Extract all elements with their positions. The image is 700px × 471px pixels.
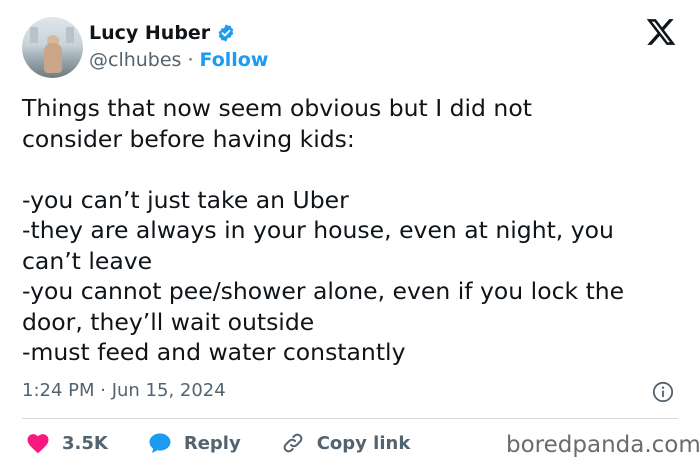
heart-icon — [27, 434, 49, 454]
avatar-person-body — [44, 43, 62, 73]
author-display-name[interactable]: Lucy Huber — [89, 22, 210, 44]
tweet-timestamp[interactable]: 1:24 PM · Jun 15, 2024 — [22, 380, 226, 401]
reply-label: Reply — [183, 432, 241, 454]
tweet-text: Things that now seem obvious but I did n… — [22, 94, 625, 366]
verified-badge-icon — [218, 24, 234, 42]
author-name-row: Lucy Huber — [89, 22, 236, 44]
copy-link-label: Copy link — [316, 432, 411, 454]
follow-button[interactable]: Follow — [200, 49, 269, 71]
author-handle-row: @clhubes · Follow — [89, 49, 268, 71]
link-icon — [283, 433, 303, 453]
divider — [22, 418, 678, 419]
speech-bubble-icon — [149, 433, 171, 453]
handle-separator: · — [187, 49, 194, 71]
copy-link-button[interactable]: Copy link — [281, 431, 411, 455]
avatar[interactable] — [22, 17, 83, 78]
author-handle[interactable]: @clhubes — [89, 49, 181, 71]
x-logo-icon[interactable] — [645, 16, 677, 48]
info-icon[interactable] — [652, 381, 674, 403]
avatar-background-building — [66, 27, 74, 43]
likes-count: 3.5K — [62, 432, 108, 454]
reply-button[interactable]: Reply — [148, 432, 241, 454]
like-button[interactable]: 3.5K — [26, 432, 108, 454]
watermark: boredpanda.com — [506, 432, 700, 458]
avatar-background-building — [30, 27, 38, 43]
action-bar: 3.5K Reply Copy link — [26, 431, 450, 455]
